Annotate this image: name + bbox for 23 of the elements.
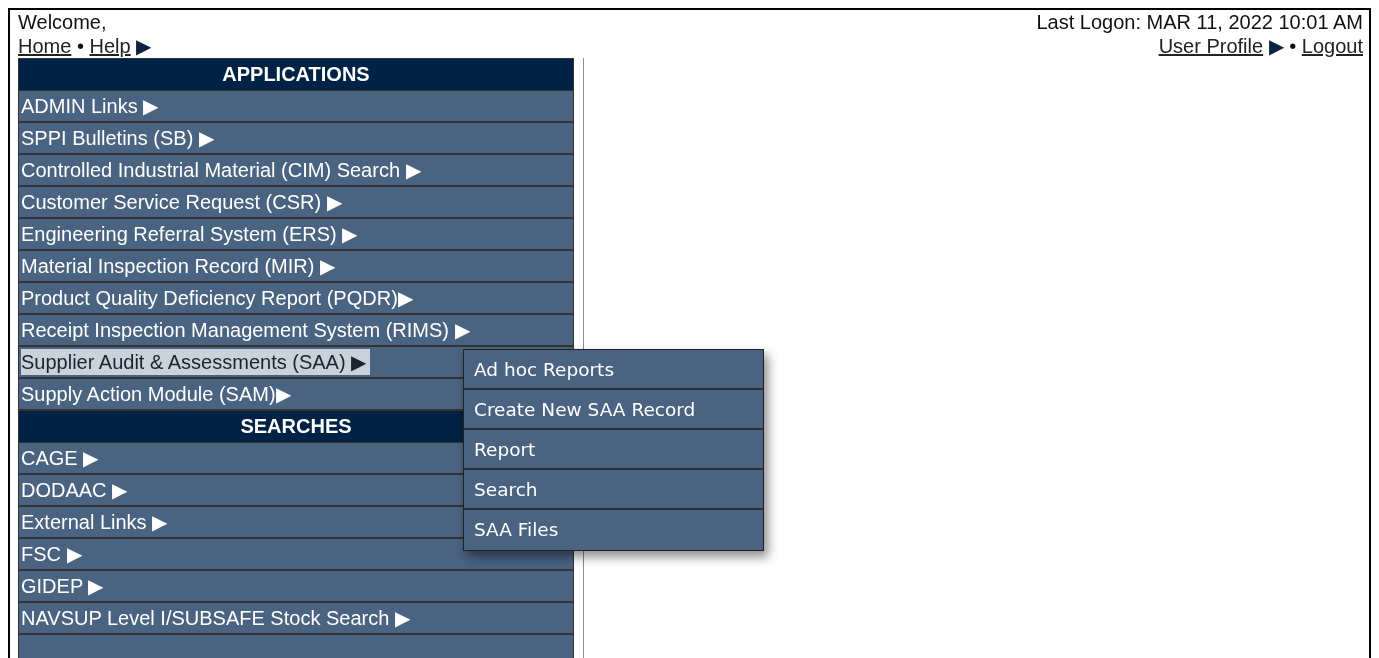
submenu-item[interactable]: Create New SAA Record <box>464 390 763 430</box>
separator-dot: • <box>76 35 84 57</box>
menu-item[interactable]: CAGE ▶ <box>21 445 103 471</box>
nav-link[interactable]: Logout <box>1301 35 1363 57</box>
last-logon-text: Last Logon: MAR 11, 2022 10:01 AM <box>1036 10 1363 34</box>
section-heading: APPLICATIONS <box>19 59 573 91</box>
submenu-item[interactable]: Report <box>464 430 763 470</box>
menu-item[interactable]: FSC ▶ <box>21 541 86 567</box>
arrow-icon: ▶ <box>1268 35 1284 57</box>
menu-item[interactable]: External Links ▶ <box>21 509 172 535</box>
nav-link[interactable]: Home <box>18 35 72 57</box>
menu-item[interactable] <box>19 635 573 658</box>
menu-item[interactable]: GIDEP ▶ <box>21 573 108 599</box>
menu-item[interactable]: DODAAC ▶ <box>21 477 132 503</box>
arrow-icon: ▶ <box>136 35 152 57</box>
welcome-text: Welcome, <box>18 10 108 34</box>
nav-link[interactable]: Help <box>89 35 131 57</box>
submenu-item[interactable]: Ad hoc Reports <box>464 350 763 390</box>
nav-link[interactable]: User Profile <box>1158 35 1264 57</box>
submenu-item[interactable]: SAA Files <box>464 510 763 550</box>
separator-dot: • <box>1289 35 1297 57</box>
submenu-item[interactable]: Search <box>464 470 763 510</box>
menu-item[interactable]: Supplier Audit & Assessments (SAA) ▶ <box>21 349 371 375</box>
